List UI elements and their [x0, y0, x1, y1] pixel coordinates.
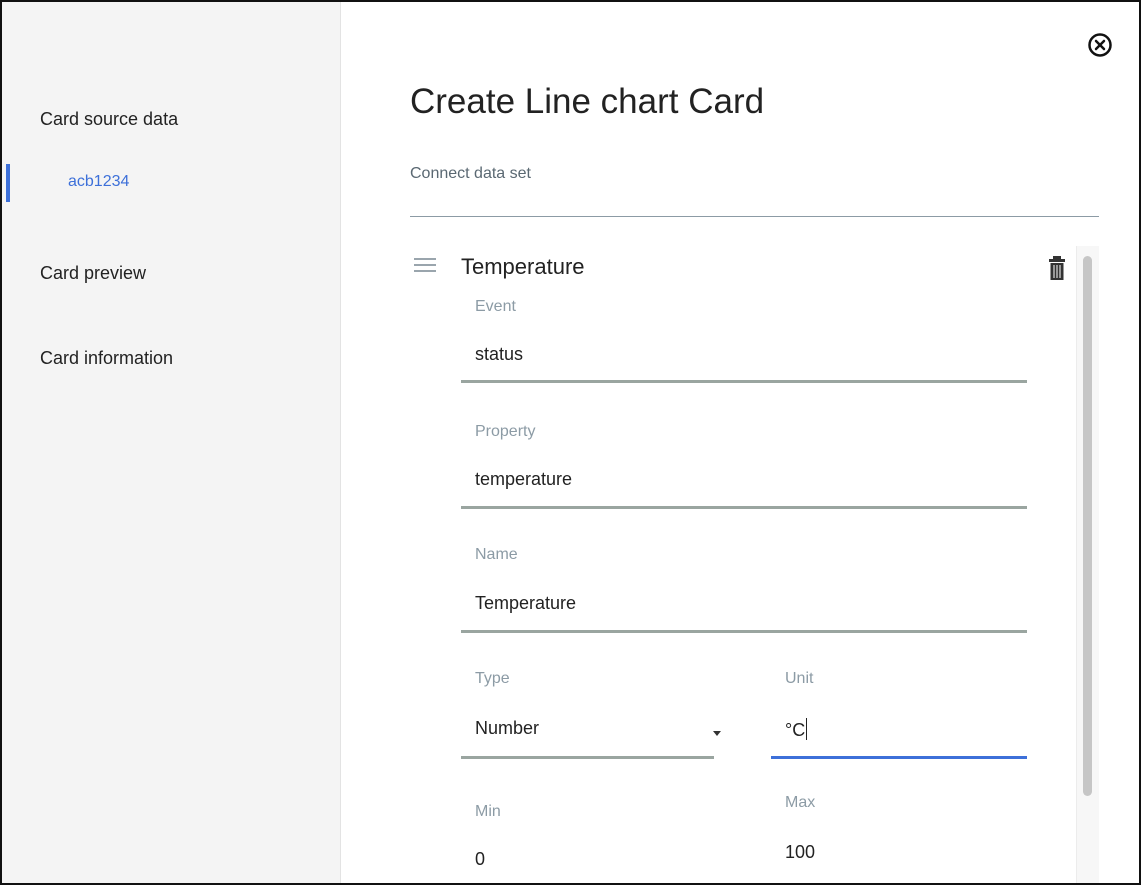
- type-underline: [461, 756, 714, 759]
- unit-field[interactable]: °C: [771, 706, 1027, 760]
- close-icon[interactable]: [1087, 32, 1113, 58]
- name-underline: [461, 630, 1027, 633]
- min-label: Min: [475, 803, 501, 820]
- max-label: Max: [785, 794, 816, 811]
- max-value: 100: [785, 842, 816, 862]
- divider: [410, 216, 1099, 217]
- drag-handle-icon[interactable]: [414, 258, 436, 274]
- section-subtitle: Connect data set: [410, 165, 531, 182]
- type-value: Number: [475, 718, 540, 738]
- event-label: Event: [475, 298, 516, 315]
- sidebar-subitem-acb1234[interactable]: acb1234: [68, 173, 129, 191]
- dataset-title: Temperature: [461, 254, 585, 279]
- sidebar-active-indicator: [6, 164, 10, 202]
- property-underline: [461, 506, 1027, 509]
- create-card-dialog: Card source data acb1234 Card preview Ca…: [0, 0, 1141, 885]
- chevron-down-icon[interactable]: [713, 731, 721, 736]
- sidebar: Card source data acb1234 Card preview Ca…: [2, 2, 341, 883]
- trash-icon[interactable]: [1049, 256, 1069, 282]
- event-underline: [461, 380, 1027, 383]
- property-label: Property: [475, 423, 536, 440]
- name-value: Temperature: [475, 593, 577, 613]
- sidebar-item-card-preview[interactable]: Card preview: [40, 263, 146, 284]
- type-label: Type: [475, 670, 510, 687]
- type-select[interactable]: Number: [461, 706, 714, 760]
- min-field[interactable]: 0: [461, 837, 714, 877]
- property-value: temperature: [475, 469, 573, 489]
- page-title: Create Line chart Card: [410, 82, 765, 121]
- event-field[interactable]: status: [461, 332, 1027, 384]
- unit-label: Unit: [785, 670, 814, 687]
- name-field[interactable]: Temperature: [461, 581, 1027, 633]
- name-label: Name: [475, 546, 518, 563]
- event-value: status: [475, 344, 524, 364]
- sidebar-item-card-source-data[interactable]: Card source data: [40, 109, 178, 130]
- unit-underline-focused: [771, 756, 1027, 759]
- max-field[interactable]: 100: [771, 830, 1027, 870]
- unit-value: °C: [785, 718, 808, 740]
- sidebar-item-card-information[interactable]: Card information: [40, 348, 173, 369]
- text-caret: [806, 718, 808, 740]
- property-field[interactable]: temperature: [461, 457, 1027, 509]
- min-value: 0: [475, 849, 486, 869]
- scrollbar-thumb[interactable]: [1083, 256, 1092, 796]
